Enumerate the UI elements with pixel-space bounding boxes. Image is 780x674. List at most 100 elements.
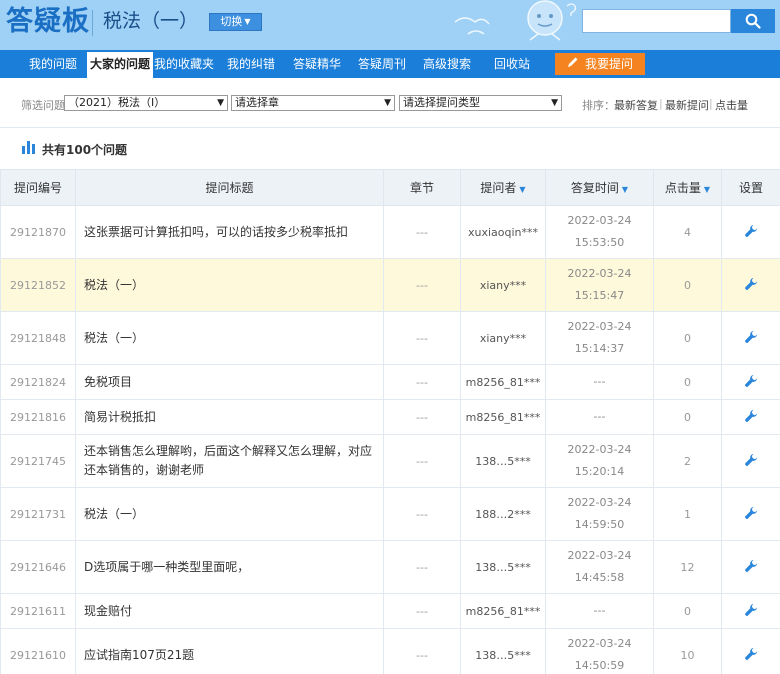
sort-clicks[interactable]: 点击量 xyxy=(715,97,748,113)
wrench-settings-icon[interactable] xyxy=(744,409,758,423)
settings-cell xyxy=(721,205,780,259)
chapter-value: --- xyxy=(383,258,461,312)
click-count: 0 xyxy=(653,399,722,435)
nav-item-advanced-search[interactable]: 高级搜索 xyxy=(416,50,478,78)
table-row[interactable]: 29121816 简易计税抵扣 --- m8256_81*** --- 0 xyxy=(0,399,780,435)
question-title-link[interactable]: 税法（一） xyxy=(75,258,384,312)
question-id: 29121852 xyxy=(0,258,76,312)
reply-date: 2022-03-24 xyxy=(567,267,632,280)
sort-separator: | xyxy=(659,97,663,110)
table-body: 29121870 这张票据可计算抵扣吗，可以的话按多少税率抵扣 --- xuxiaoq… xyxy=(0,205,780,674)
question-id: 29121816 xyxy=(0,399,76,435)
reply-date: 2022-03-24 xyxy=(567,496,632,509)
reply-date: 2022-03-24 xyxy=(567,549,632,562)
switch-subject-button[interactable]: 切换 ▼ xyxy=(209,13,262,31)
header-asker[interactable]: 提问者 ▼ xyxy=(460,169,546,206)
header-chapter: 章节 xyxy=(383,169,461,206)
question-id: 29121824 xyxy=(0,364,76,400)
question-id: 29121610 xyxy=(0,628,76,674)
asker-name: xuxiaoqin*** xyxy=(460,205,546,259)
question-title-link[interactable]: 简易计税抵扣 xyxy=(75,399,384,435)
reply-time: 2022-03-24 15:15:47 xyxy=(545,258,654,312)
header-reply-time[interactable]: 答复时间 ▼ xyxy=(545,169,654,206)
question-title-link[interactable]: 税法（一） xyxy=(75,311,384,365)
caret-down-icon: ▼ xyxy=(244,17,251,26)
header-question-title: 提问标题 xyxy=(75,169,384,206)
table-row[interactable]: 29121610 应试指南107页21题 --- 138…5*** 2022-03-24… xyxy=(0,628,780,674)
asker-name: m8256_81*** xyxy=(460,364,546,400)
reply-date: 2022-03-24 xyxy=(567,320,632,333)
question-title-link[interactable]: D选项属于哪一种类型里面呢， xyxy=(75,540,384,594)
ask-question-button[interactable]: 我要提问 xyxy=(555,53,645,75)
header-question-id: 提问编号 xyxy=(0,169,76,206)
logo[interactable]: 答疑板 xyxy=(6,5,90,39)
question-id: 29121731 xyxy=(0,487,76,541)
table-row[interactable]: 29121870 这张票据可计算抵扣吗，可以的话按多少税率抵扣 --- xuxiaoq… xyxy=(0,205,780,259)
wrench-settings-icon[interactable] xyxy=(744,330,758,344)
question-count: 共有100个问题 xyxy=(42,143,128,157)
click-count: 12 xyxy=(653,540,722,594)
nav-item-favorites[interactable]: 我的收藏夹 xyxy=(153,50,215,78)
question-title-link[interactable]: 还本销售怎么理解哟，后面这个解释又怎么理解，对应还本销售的，谢谢老师 xyxy=(75,434,384,488)
wrench-settings-icon[interactable] xyxy=(744,374,758,388)
nav-item-my-corrections[interactable]: 我的纠错 xyxy=(220,50,282,78)
reply-time: --- xyxy=(545,364,654,400)
chapter-value: --- xyxy=(383,399,461,435)
settings-cell xyxy=(721,311,780,365)
nav-item-all-questions[interactable]: 大家的问题 xyxy=(87,52,153,78)
nav-item-weekly[interactable]: 答疑周刊 xyxy=(351,50,413,78)
wrench-settings-icon[interactable] xyxy=(744,453,758,467)
search-input[interactable] xyxy=(582,9,731,33)
header: 答疑板 税法（一） 切换 ▼ xyxy=(0,0,780,50)
question-type-select[interactable]: 请选择提问类型 ▼ xyxy=(399,95,562,111)
nav-item-featured[interactable]: 答疑精华 xyxy=(286,50,348,78)
question-title-link[interactable]: 税法（一） xyxy=(75,487,384,541)
sort-latest-answer[interactable]: 最新答复 xyxy=(614,97,658,113)
question-title-link[interactable]: 应试指南107页21题 xyxy=(75,628,384,674)
count-bar: 共有100个问题 xyxy=(0,128,780,169)
question-title-link[interactable]: 免税项目 xyxy=(75,364,384,400)
click-count: 0 xyxy=(653,593,722,629)
wrench-settings-icon[interactable] xyxy=(744,647,758,661)
click-count: 10 xyxy=(653,628,722,674)
question-title-link[interactable]: 现金赔付 xyxy=(75,593,384,629)
wrench-settings-icon[interactable] xyxy=(744,277,758,291)
bar-chart-icon xyxy=(22,141,35,154)
wrench-settings-icon[interactable] xyxy=(744,603,758,617)
reply-clock-time: 15:14:37 xyxy=(574,342,625,355)
table-row[interactable]: 29121646 D选项属于哪一种类型里面呢， --- 138…5*** 2022-03… xyxy=(0,540,780,594)
sort-separator: | xyxy=(709,97,713,110)
search-button[interactable] xyxy=(731,9,775,33)
nav-item-recycle-bin[interactable]: 回收站 xyxy=(485,50,539,78)
reply-clock-time: 15:53:50 xyxy=(574,236,625,249)
nav-item-my-questions[interactable]: 我的问题 xyxy=(22,50,84,78)
main-nav: 我的问题 大家的问题 我的收藏夹 我的纠错 答疑精华 答疑周刊 高级搜索 回收站… xyxy=(0,50,780,78)
wrench-settings-icon[interactable] xyxy=(744,224,758,238)
dropdown-arrow-icon: ▼ xyxy=(217,98,224,108)
ask-question-label: 我要提问 xyxy=(584,57,633,71)
click-count: 2 xyxy=(653,434,722,488)
reply-time: --- xyxy=(545,593,654,629)
asker-name: 138…5*** xyxy=(460,540,546,594)
course-select[interactable]: （2021）税法（Ⅰ） ▼ xyxy=(64,95,228,111)
chapter-select[interactable]: 请选择章 ▼ xyxy=(231,95,395,111)
asker-name: xiany*** xyxy=(460,311,546,365)
table-row[interactable]: 29121745 还本销售怎么理解哟，后面这个解释又怎么理解，对应还本销售的，谢谢… xyxy=(0,434,780,488)
table-row[interactable]: 29121611 现金赔付 --- m8256_81*** --- 0 xyxy=(0,593,780,629)
header-clicks[interactable]: 点击量 ▼ xyxy=(653,169,722,206)
chapter-value: --- xyxy=(383,628,461,674)
chapter-value: --- xyxy=(383,593,461,629)
wrench-settings-icon[interactable] xyxy=(744,506,758,520)
asker-name: 138…5*** xyxy=(460,628,546,674)
table-row[interactable]: 29121848 税法（一） --- xiany*** 2022-03-24 15:14:… xyxy=(0,311,780,365)
reply-clock-time: 14:45:58 xyxy=(574,571,625,584)
table-row[interactable]: 29121852 税法（一） --- xiany*** 2022-03-24 15:15:… xyxy=(0,258,780,312)
chapter-value: --- xyxy=(383,540,461,594)
table-row[interactable]: 29121824 免税项目 --- m8256_81*** --- 0 xyxy=(0,364,780,400)
question-title-link[interactable]: 这张票据可计算抵扣吗，可以的话按多少税率抵扣 xyxy=(75,205,384,259)
sort-latest-question[interactable]: 最新提问 xyxy=(665,97,709,113)
wrench-settings-icon[interactable] xyxy=(744,559,758,573)
table-row[interactable]: 29121731 税法（一） --- 188…2*** 2022-03-24 14:59:… xyxy=(0,487,780,541)
question-id: 29121870 xyxy=(0,205,76,259)
settings-cell xyxy=(721,628,780,674)
